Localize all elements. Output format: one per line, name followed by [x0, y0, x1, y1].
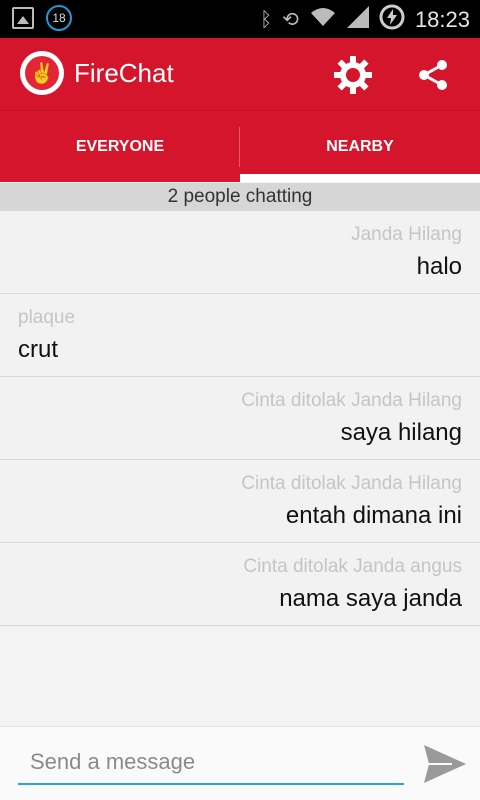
- bluetooth-icon: ᛒ: [260, 8, 273, 31]
- chatting-count: 2 people chatting: [0, 183, 480, 211]
- tab-everyone[interactable]: EVERYONE: [0, 111, 240, 183]
- message-sender: Cinta ditolak Janda Hilang: [241, 390, 462, 411]
- gallery-icon: [12, 7, 34, 29]
- wifi-icon: [309, 6, 337, 33]
- tab-nearby[interactable]: NEARBY: [240, 111, 480, 183]
- message-sender: plaque: [18, 307, 76, 328]
- message-item[interactable]: Cinta ditolak Janda Hilang entah dimana …: [0, 460, 480, 543]
- tab-bar: EVERYONE NEARBY: [0, 110, 480, 182]
- message-sender: Cinta ditolak Janda angus: [243, 556, 462, 577]
- app-logo[interactable]: ✌: [20, 51, 64, 95]
- message-input[interactable]: [18, 741, 404, 785]
- status-bar: 18 ᛒ ⟲ 18:23: [0, 0, 480, 38]
- message-text: crut: [18, 336, 59, 363]
- message-item[interactable]: Janda Hilang halo: [0, 211, 480, 294]
- message-text: entah dimana ini: [285, 502, 462, 529]
- rotation-icon: ⟲: [282, 8, 299, 31]
- message-text: nama saya janda: [279, 585, 462, 612]
- message-item[interactable]: plaque crut: [0, 294, 480, 377]
- share-icon: [419, 60, 447, 90]
- selected-tab-indicator: [240, 174, 480, 182]
- compose-bar: [0, 726, 480, 800]
- app-title: FireChat: [74, 58, 174, 88]
- notification-badge: 18: [46, 5, 72, 31]
- message-text: saya hilang: [340, 419, 462, 446]
- message-item[interactable]: Cinta ditolak Janda Hilang saya hilang: [0, 377, 480, 460]
- app-bar: ✌ FireChat: [0, 38, 480, 110]
- battery-charging-icon: [379, 4, 405, 35]
- message-sender: Janda Hilang: [351, 224, 462, 245]
- gear-icon: [334, 56, 372, 94]
- firechat-logo-icon: ✌: [25, 56, 59, 90]
- share-button[interactable]: [410, 52, 456, 98]
- signal-icon: [346, 6, 369, 33]
- clock: 18:23: [414, 6, 470, 32]
- send-icon: [424, 745, 466, 783]
- message-text: halo: [416, 253, 462, 280]
- settings-button[interactable]: [330, 52, 376, 98]
- message-item[interactable]: Cinta ditolak Janda angus nama saya jand…: [0, 543, 480, 626]
- message-list[interactable]: Janda Hilang halo plaque crut Cinta dito…: [0, 211, 480, 626]
- message-sender: Cinta ditolak Janda Hilang: [241, 473, 462, 494]
- send-button[interactable]: [418, 739, 472, 789]
